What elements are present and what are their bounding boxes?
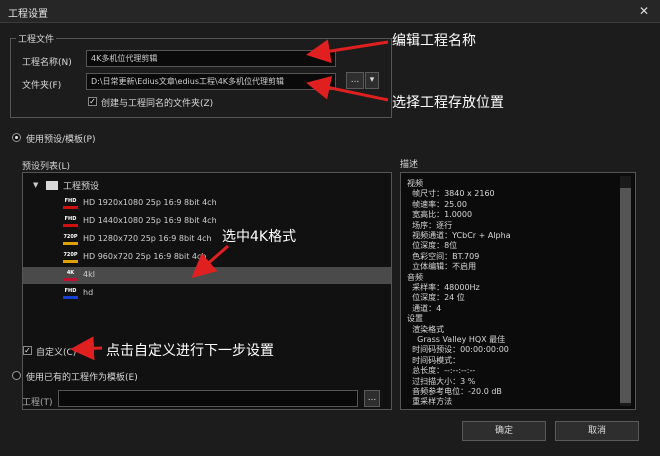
arrow-edit-name: [306, 39, 389, 64]
arrow-click-custom: [70, 336, 103, 361]
arrow-choose-location: [306, 75, 389, 102]
annotation-arrows: [70, 39, 389, 361]
arrow-select-4k: [191, 244, 229, 278]
